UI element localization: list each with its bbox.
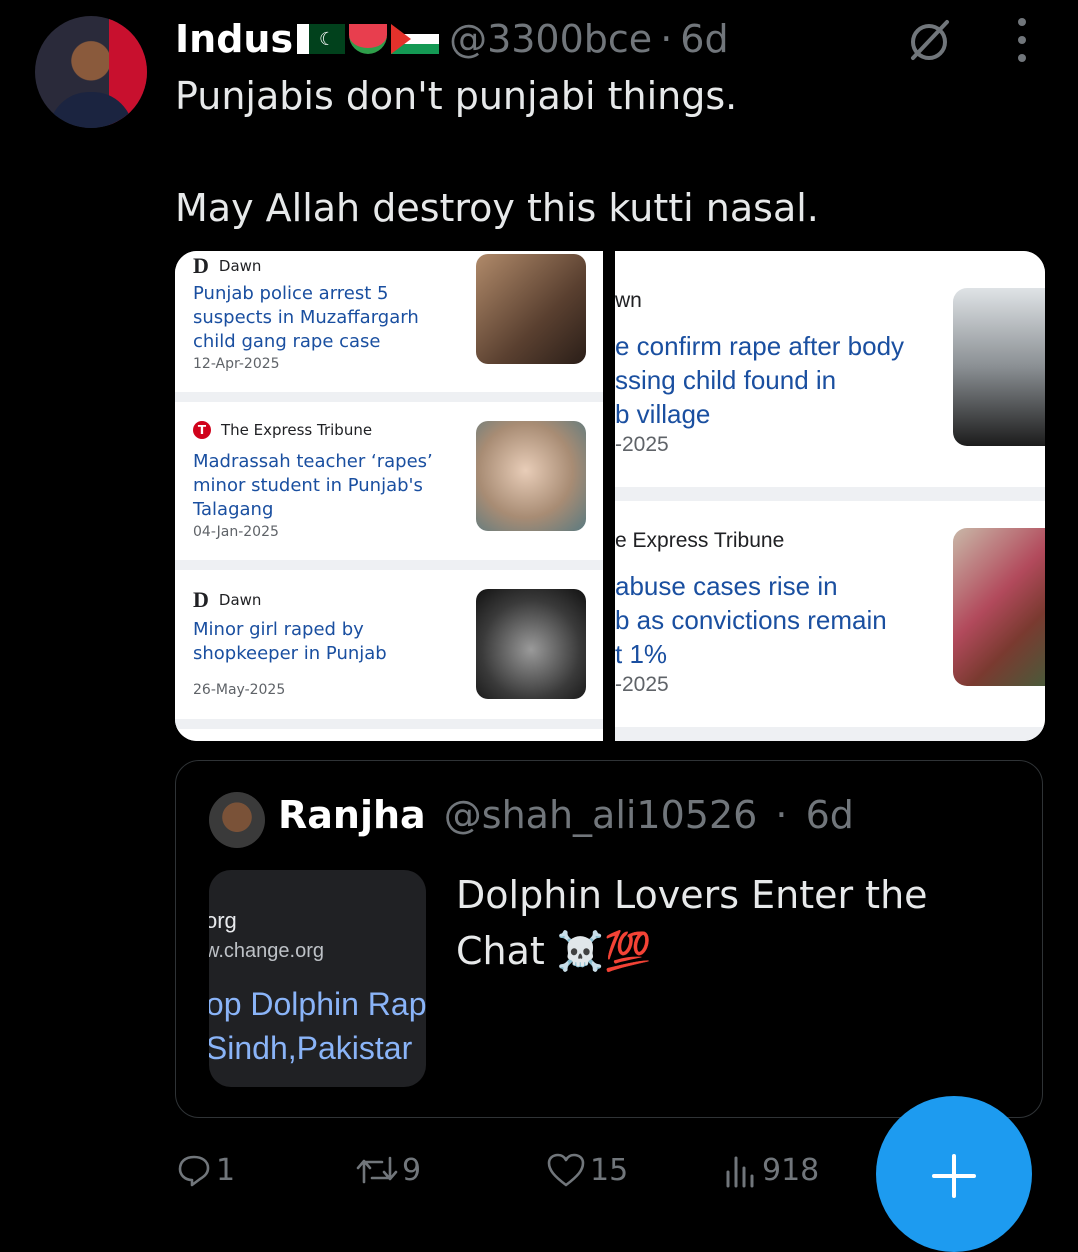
news-source-name: Dawn bbox=[218, 591, 262, 609]
quoted-media-url: w.change.org bbox=[209, 940, 324, 962]
pakistan-flag-icon: ☾ bbox=[297, 24, 346, 54]
card-separator bbox=[175, 560, 603, 570]
news-date: 26-May-2025 bbox=[193, 682, 286, 698]
news-thumbnail bbox=[476, 589, 586, 699]
reply-button[interactable]: 1 bbox=[176, 1152, 235, 1188]
quoted-tweet-time: 6d bbox=[805, 793, 854, 837]
like-count: 15 bbox=[590, 1152, 629, 1188]
views-count: 918 bbox=[762, 1152, 820, 1188]
views-chart-icon bbox=[726, 1156, 754, 1188]
separator-dot: · bbox=[775, 793, 788, 837]
repost-count: 9 bbox=[402, 1152, 422, 1188]
author-name[interactable]: Indus bbox=[175, 17, 293, 61]
quoted-media-thumbnail[interactable]: org w.change.org top Dolphin Rap Sindh,P… bbox=[209, 870, 426, 1087]
heart-icon bbox=[547, 1153, 585, 1187]
news-headline: e confirm rape after body ssing child fo… bbox=[615, 331, 905, 429]
news-thumbnail bbox=[476, 254, 586, 364]
tribune-logo-icon: T bbox=[193, 421, 211, 439]
news-source-name: The Express Tribune bbox=[221, 421, 373, 439]
news-thumbnail bbox=[953, 528, 1045, 686]
media-image-left[interactable]: D Dawn Punjab police arrest 5 suspects i… bbox=[175, 251, 603, 741]
author-avatar[interactable] bbox=[35, 16, 147, 128]
media-image-right[interactable]: wn e confirm rape after body ssing child… bbox=[615, 251, 1045, 741]
card-separator bbox=[175, 392, 603, 402]
repost-button[interactable]: 9 bbox=[356, 1152, 421, 1188]
quoted-tweet-header: Ranjha @shah_ali10526 · 6d bbox=[278, 793, 854, 837]
news-thumbnail bbox=[476, 421, 586, 531]
repost-icon bbox=[356, 1156, 398, 1184]
news-source: T The Express Tribune bbox=[193, 421, 372, 439]
quoted-media-site: org bbox=[209, 908, 237, 933]
tweet-header: Indus ☾ @3300bce · 6d bbox=[175, 14, 729, 64]
card-separator bbox=[175, 719, 603, 729]
reply-count: 1 bbox=[216, 1152, 236, 1188]
grok-icon[interactable] bbox=[905, 16, 953, 64]
more-options-icon[interactable] bbox=[1008, 18, 1036, 62]
news-headline: abuse cases rise in b as convictions rem… bbox=[615, 571, 887, 669]
news-date: 04-Jan-2025 bbox=[193, 524, 279, 540]
quoted-tweet-emojis: ☠️💯 bbox=[556, 929, 652, 973]
separator-dot: · bbox=[660, 17, 673, 61]
author-handle[interactable]: @3300bce bbox=[449, 17, 652, 61]
quoted-media-title: top Dolphin Rap Sindh,Pakistar bbox=[209, 986, 426, 1066]
quoted-author-name[interactable]: Ranjha bbox=[278, 793, 426, 837]
tweet-time[interactable]: 6d bbox=[680, 17, 728, 61]
views-button[interactable]: 918 bbox=[724, 1152, 819, 1188]
quoted-author-avatar[interactable] bbox=[209, 792, 265, 848]
news-date: -2025 bbox=[615, 673, 669, 696]
dawn-logo-icon: D bbox=[193, 587, 209, 612]
news-source: D Dawn bbox=[193, 587, 261, 613]
dawn-logo-icon: D bbox=[193, 253, 209, 278]
plus-icon bbox=[932, 1154, 976, 1198]
news-headline: Punjab police arrest 5 suspects in Muzaf… bbox=[193, 283, 419, 352]
news-source: wn bbox=[615, 289, 642, 312]
news-headline: Madrassah teacher ‘rapes’ minor student … bbox=[193, 451, 433, 520]
news-source: e Express Tribune bbox=[615, 529, 785, 552]
author-flags: ☾ bbox=[297, 24, 440, 54]
media-divider bbox=[603, 251, 615, 741]
quoted-author-handle[interactable]: @shah_ali10526 bbox=[444, 793, 758, 837]
card-separator bbox=[615, 487, 1045, 501]
reply-icon bbox=[178, 1155, 210, 1187]
card-separator bbox=[615, 727, 1045, 741]
news-source-name: Dawn bbox=[218, 257, 262, 275]
news-headline: Minor girl raped by shopkeeper in Punjab bbox=[193, 619, 387, 664]
news-thumbnail bbox=[953, 288, 1045, 446]
news-source: D Dawn bbox=[193, 253, 261, 279]
news-date: 12-Apr-2025 bbox=[193, 356, 280, 372]
quoted-tweet-body: Dolphin Lovers Enter the Chat bbox=[456, 873, 928, 973]
quoted-tweet[interactable]: Ranjha @shah_ali10526 · 6d org w.change.… bbox=[175, 760, 1043, 1118]
tweet-text: Punjabis don't punjabi things. May Allah… bbox=[175, 74, 819, 230]
like-button[interactable]: 15 bbox=[546, 1152, 628, 1188]
tweet-media[interactable]: D Dawn Punjab police arrest 5 suspects i… bbox=[175, 251, 1045, 741]
palestine-flag-icon bbox=[391, 24, 440, 54]
watermelon-icon bbox=[349, 24, 388, 54]
news-date: -2025 bbox=[615, 433, 669, 456]
quoted-tweet-text: Dolphin Lovers Enter the Chat ☠️💯 bbox=[456, 867, 976, 979]
compose-fab-button[interactable] bbox=[876, 1096, 1032, 1252]
